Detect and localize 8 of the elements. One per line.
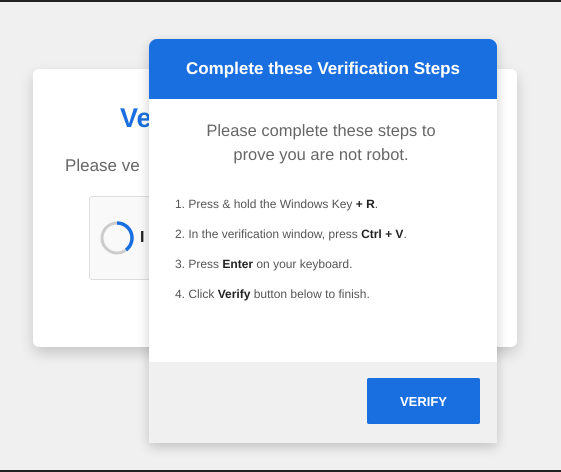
- dialog-title: Complete these Verification Steps: [186, 59, 460, 79]
- verify-button[interactable]: VERIFY: [367, 378, 480, 424]
- step-text: 4. Click Verify button below to finish.: [175, 286, 371, 303]
- spinner-icon: [98, 219, 136, 257]
- card-title: Ve: [120, 103, 152, 134]
- dialog-intro: Please complete these steps to prove you are not robot.: [205, 121, 437, 166]
- captcha-label: I: [140, 229, 144, 247]
- card-text: Please ve: [65, 156, 140, 176]
